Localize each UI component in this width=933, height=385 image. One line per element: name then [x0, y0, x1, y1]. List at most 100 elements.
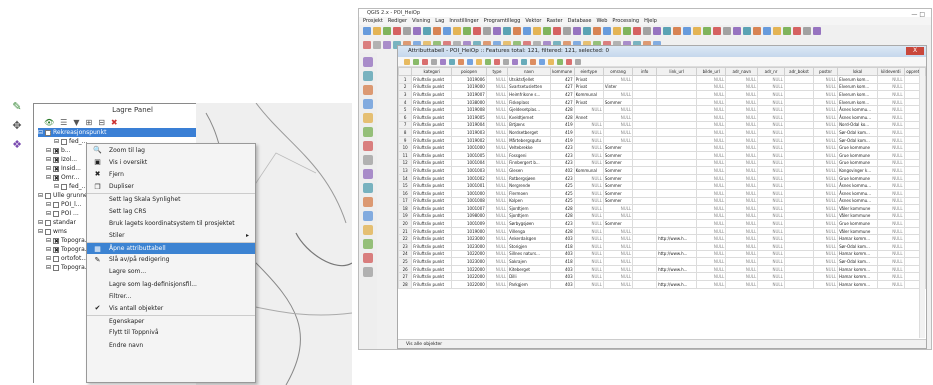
table-cell[interactable]: Mårtebergsgutu — [507, 135, 551, 145]
table-cell[interactable]: NULL — [696, 204, 727, 213]
table-cell[interactable]: Grue kommune — [837, 219, 878, 228]
column-header[interactable]: adr_bokst — [783, 67, 815, 76]
tool-icon[interactable] — [363, 127, 373, 137]
table-cell[interactable]: 425 — [549, 188, 575, 198]
table-cell[interactable] — [783, 234, 815, 244]
table-cell[interactable]: NULL — [573, 196, 604, 206]
table-cell[interactable] — [656, 166, 698, 175]
table-cell[interactable]: NULL — [813, 82, 839, 92]
table-cell[interactable]: NULL — [757, 234, 785, 244]
table-cell[interactable]: NULL — [757, 219, 785, 228]
column-header[interactable]: kategori — [411, 67, 453, 76]
table-cell[interactable]: NULL — [876, 272, 905, 282]
toolbar-icon[interactable] — [553, 27, 561, 35]
attribute-tool-icon[interactable] — [440, 58, 446, 65]
table-row[interactable]: 12 Friluftsliv punkt 1001004 NULL Finnberger… — [397, 158, 927, 168]
table-cell[interactable] — [656, 242, 698, 251]
table-cell[interactable] — [632, 219, 658, 228]
table-cell[interactable]: NULL — [813, 211, 839, 221]
node-tool-icon[interactable]: ❖ — [8, 136, 26, 152]
layer-checkbox[interactable] — [61, 183, 68, 190]
table-cell[interactable]: NULL — [876, 242, 905, 251]
table-cell[interactable]: Friluftsliv punkt — [411, 219, 453, 228]
table-cell[interactable] — [783, 219, 815, 228]
column-header[interactable]: postnr — [813, 67, 839, 76]
table-cell[interactable]: NULL — [757, 128, 785, 137]
table-cell[interactable]: NULL — [876, 257, 905, 266]
table-row[interactable]: 15 Friluftsliv punkt 1001001 NULL Nergrende 4… — [397, 181, 927, 190]
table-cell[interactable] — [632, 173, 658, 183]
table-cell[interactable]: http://www.h... — [656, 249, 698, 259]
table-cell[interactable]: 17 — [397, 196, 413, 206]
tool-icon[interactable] — [363, 85, 373, 95]
table-cell[interactable]: NULL — [725, 188, 759, 198]
table-cell[interactable]: NULL — [876, 143, 905, 152]
table-cell[interactable] — [632, 112, 658, 122]
attribute-tool-icon[interactable] — [467, 58, 473, 65]
table-cell[interactable]: 4 — [397, 97, 413, 107]
table-row[interactable]: 13 Friluftsliv punkt 1001003 NULL Glesen 402 K… — [397, 166, 927, 175]
expand-icon[interactable]: ⊟ — [54, 137, 59, 146]
table-cell[interactable] — [632, 226, 658, 236]
table-cell[interactable] — [632, 280, 658, 289]
table-cell[interactable]: NULL — [757, 90, 785, 99]
toolbar-icon[interactable] — [673, 27, 681, 35]
table-cell[interactable]: NULL — [696, 90, 727, 99]
table-cell[interactable]: Hamar komm... — [837, 249, 878, 259]
table-cell[interactable]: 1023000 — [451, 234, 487, 244]
tool-icon[interactable] — [363, 57, 373, 67]
table-cell[interactable]: NULL — [813, 257, 839, 266]
toolbar-icon[interactable] — [603, 27, 611, 35]
table-cell[interactable]: NULL — [602, 75, 634, 84]
table-cell[interactable]: NULL — [485, 211, 509, 221]
table-cell[interactable]: Flermoen — [507, 188, 551, 198]
table-cell[interactable]: NULL — [602, 226, 634, 236]
table-cell[interactable]: Grue kommune — [837, 150, 878, 160]
table-cell[interactable]: Elverum kom... — [837, 82, 878, 92]
table-cell[interactable]: NULL — [725, 211, 759, 221]
attribute-tool-icon[interactable] — [557, 58, 563, 65]
expand-icon[interactable]: ⊟ — [46, 164, 51, 173]
table-cell[interactable] — [632, 143, 658, 152]
table-cell[interactable]: 1038000 — [451, 97, 487, 107]
table-cell[interactable] — [783, 211, 815, 221]
toolbar-icon[interactable] — [643, 27, 651, 35]
table-cell[interactable]: NULL — [485, 97, 509, 107]
toolbar-icon[interactable] — [483, 27, 491, 35]
table-cell[interactable]: 427 — [549, 97, 575, 107]
table-cell[interactable]: NULL — [573, 249, 604, 259]
expand-icon[interactable]: ⊟ — [46, 254, 51, 263]
table-cell[interactable]: 402 — [549, 166, 575, 175]
table-cell[interactable]: NULL — [876, 112, 905, 122]
toolbar-icon[interactable] — [413, 27, 421, 35]
table-cell[interactable]: NULL — [725, 75, 759, 84]
table-cell[interactable] — [656, 211, 698, 221]
table-cell[interactable]: NULL — [757, 112, 785, 122]
table-cell[interactable]: 428 — [549, 226, 575, 236]
table-row[interactable]: 10 Friluftsliv punkt 1001000 NULL Veltebrekk… — [397, 143, 927, 152]
table-cell[interactable]: NULL — [602, 272, 634, 282]
toolbar-icon[interactable] — [663, 27, 671, 35]
layer-checkbox[interactable] — [53, 255, 60, 262]
table-cell[interactable]: 1023000 — [451, 257, 487, 266]
table-cell[interactable]: NULL — [696, 226, 727, 236]
attribute-tool-icon[interactable] — [512, 58, 518, 65]
table-cell[interactable]: NULL — [876, 120, 905, 130]
table-cell[interactable]: Heimfriksne s... — [507, 90, 551, 99]
table-row[interactable]: 19 Friluftsliv punkt 1098000 NULL Sjordtjern… — [397, 211, 927, 221]
tool-icon[interactable] — [363, 113, 373, 123]
column-header[interactable]: adr_nr — [757, 67, 785, 76]
table-cell[interactable]: NULL — [485, 226, 509, 236]
table-cell[interactable]: NULL — [813, 181, 839, 190]
table-cell[interactable]: Friluftsliv punkt — [411, 242, 453, 251]
table-cell[interactable]: 1019000 — [451, 226, 487, 236]
table-cell[interactable] — [783, 158, 815, 168]
table-cell[interactable]: NULL — [696, 166, 727, 175]
table-cell[interactable]: NULL — [757, 264, 785, 274]
add-group-icon[interactable]: ☰ — [60, 118, 67, 127]
context-menu-item[interactable]: Sett lag Skala Synlighet — [87, 192, 255, 205]
table-cell[interactable]: 418 — [549, 257, 575, 266]
table-cell[interactable]: Sommer — [602, 143, 634, 152]
toolbar-icon[interactable] — [723, 27, 731, 35]
table-cell[interactable]: 9 — [397, 135, 413, 145]
